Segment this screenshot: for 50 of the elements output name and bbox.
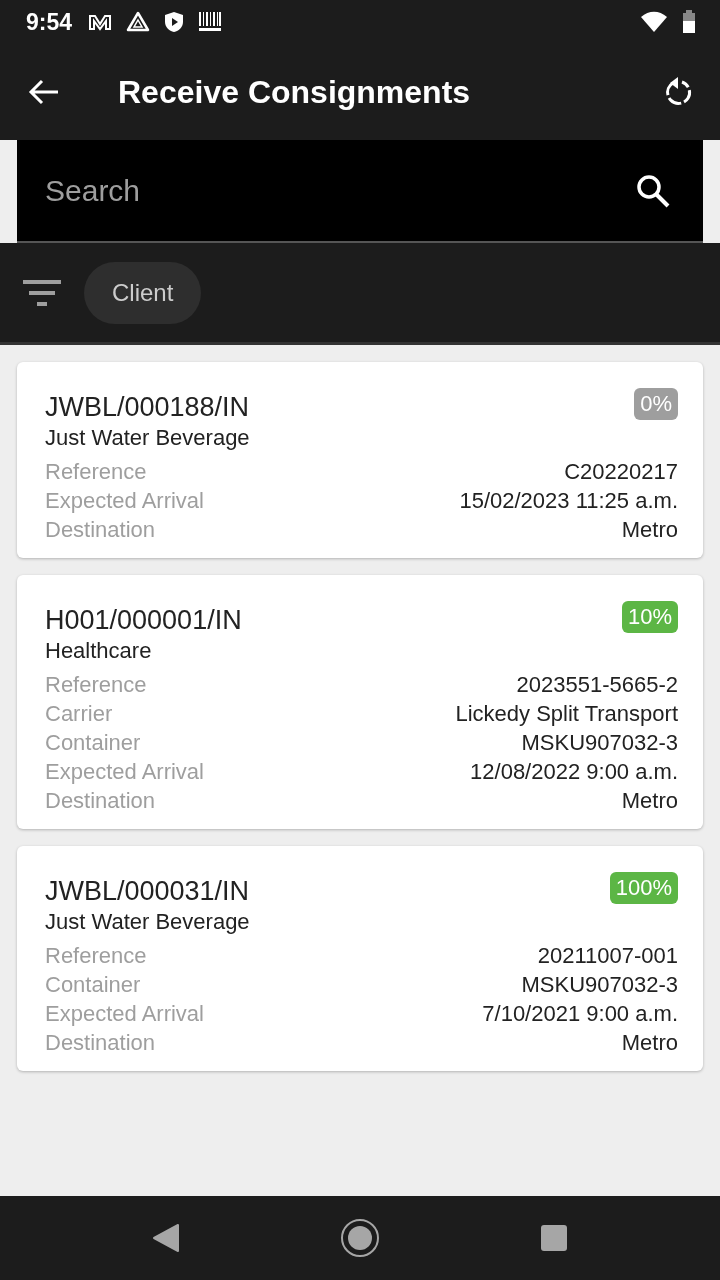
back-nav-icon[interactable]: [152, 1223, 180, 1253]
consignment-card[interactable]: JWBL/000031/IN 100% Just Water Beverage Reference 20211007-001 Container MSKU907032-3 Expected Arrival 7/10/2021 9:00 a.m. Destination Metro: [17, 846, 703, 1071]
client-name: Just Water Beverage: [45, 909, 251, 935]
field-label: Carrier: [45, 700, 114, 728]
triangle-icon: [126, 11, 151, 33]
search-field[interactable]: Search: [17, 140, 703, 243]
field-label: Container: [45, 971, 142, 999]
field-value: 20211007-001: [536, 942, 678, 970]
field-value: 7/10/2021 9:00 a.m.: [481, 1000, 678, 1028]
consignment-number: H001/000001/IN: [45, 605, 242, 636]
field-label: Container: [45, 729, 142, 757]
client-name: Healthcare: [45, 638, 153, 664]
field-label: Expected Arrival: [45, 758, 204, 786]
recents-nav-icon[interactable]: [540, 1224, 568, 1252]
consignment-number: JWBL/000031/IN: [45, 876, 250, 907]
progress-badge: 0%: [634, 388, 678, 420]
field-value: Metro: [620, 516, 678, 544]
barcode-icon: [198, 11, 223, 33]
progress-badge: 10%: [621, 601, 678, 633]
consignment-card[interactable]: H001/000001/IN 10% Healthcare Reference 2023551-5665-2 Carrier Lickedy Split Transport Container MSKU907032-3 Expected Arrival 12/08/2022 9:00 a.m. Destination Metro: [17, 575, 703, 829]
status-time: 9:54: [26, 8, 73, 36]
consignment-number: JWBL/000188/IN: [45, 392, 250, 423]
field-value: Metro: [620, 787, 678, 815]
battery-icon: [682, 10, 696, 34]
field-value: MSKU907032-3: [520, 971, 678, 999]
field-value: Lickedy Split Transport: [454, 700, 678, 728]
field-value: 12/08/2022 9:00 a.m.: [469, 758, 678, 786]
field-value: Metro: [620, 1029, 678, 1057]
field-label: Expected Arrival: [45, 487, 204, 515]
field-value: MSKU907032-3: [520, 729, 678, 757]
field-label: Destination: [45, 1029, 157, 1057]
filter-icon[interactable]: [22, 277, 62, 308]
client-filter-chip[interactable]: Client: [84, 261, 202, 324]
field-value: 15/02/2023 11:25 a.m.: [458, 487, 678, 515]
field-value: C20220217: [563, 458, 678, 486]
client-name: Just Water Beverage: [45, 425, 251, 451]
progress-badge: 100%: [609, 872, 678, 904]
field-label: Reference: [45, 942, 148, 970]
field-label: Destination: [45, 516, 157, 544]
screen-title: Receive Consignments: [118, 73, 472, 111]
field-label: Reference: [45, 458, 148, 486]
field-label: Reference: [45, 671, 148, 699]
home-nav-icon[interactable]: [340, 1218, 380, 1258]
consignment-card[interactable]: JWBL/000188/IN 0% Just Water Beverage Reference C20220217 Expected Arrival 15/02/2023 11:25 a.m. Destination Metro: [17, 362, 703, 558]
field-label: Expected Arrival: [45, 1000, 204, 1028]
shield-icon: [164, 11, 185, 33]
field-value: 2023551-5665-2: [515, 671, 678, 699]
field-label: Destination: [45, 787, 157, 815]
wifi-icon: [640, 11, 668, 33]
mail-icon: [88, 12, 113, 32]
